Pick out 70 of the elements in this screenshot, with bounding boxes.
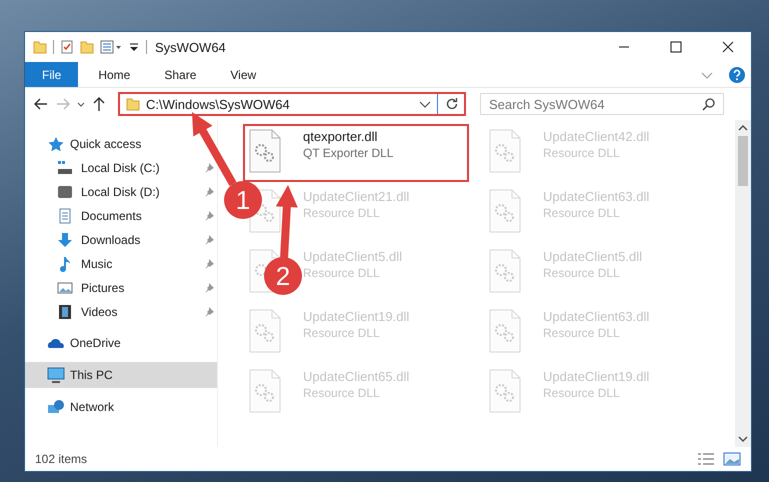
drive-icon: [57, 184, 73, 200]
file-type: Resource DLL: [543, 326, 621, 340]
refresh-icon[interactable]: [444, 96, 460, 112]
search-icon[interactable]: [702, 97, 716, 111]
checklist-icon[interactable]: [60, 40, 74, 54]
ribbon-tab[interactable]: Share: [150, 62, 210, 87]
ribbon-tab[interactable]: Home: [84, 62, 144, 87]
scroll-down-icon[interactable]: [738, 435, 748, 443]
file-type: QT Exporter DLL: [303, 146, 394, 160]
file-gears-icon: [489, 249, 521, 293]
file-type: Resource DLL: [543, 146, 621, 160]
file-type: Resource DLL: [543, 266, 621, 280]
sidebar-item[interactable]: Local Disk (D:): [25, 180, 217, 204]
file-gears-icon: [249, 129, 281, 173]
pc-icon: [47, 367, 65, 383]
network-icon: [47, 399, 65, 415]
file-type: Resource DLL: [303, 386, 381, 400]
file-type: Resource DLL: [303, 206, 381, 220]
picture-icon: [57, 280, 73, 296]
item-count: 102 items: [35, 452, 88, 466]
sidebar-item[interactable]: Pictures: [25, 276, 217, 300]
file-gears-icon: [249, 369, 281, 413]
sidebar-item[interactable]: This PC: [25, 362, 217, 388]
large-icons-view-icon[interactable]: [723, 452, 741, 466]
pin-icon[interactable]: [203, 282, 215, 294]
file-type: Resource DLL: [303, 326, 381, 340]
sidebar-item[interactable]: OneDrive: [25, 330, 217, 356]
ribbon-tab[interactable]: View: [216, 62, 270, 87]
scroll-thumb[interactable]: [738, 136, 748, 186]
ribbon-tab[interactable]: File: [25, 62, 78, 87]
pin-icon[interactable]: [203, 234, 215, 246]
pin-icon[interactable]: [203, 306, 215, 318]
file-gears-icon: [489, 309, 521, 353]
folder-icon: [126, 97, 140, 111]
file-type: Resource DLL: [543, 206, 621, 220]
sidebar-item[interactable]: Documents: [25, 204, 217, 228]
sidebar-item[interactable]: Network: [25, 394, 217, 420]
file-gears-icon: [489, 129, 521, 173]
sidebar-item[interactable]: Videos: [25, 300, 217, 324]
address-path: C:\Windows\SysWOW64: [146, 96, 290, 112]
scroll-up-icon[interactable]: [738, 124, 748, 132]
document-icon: [57, 208, 73, 224]
address-field[interactable]: C:\Windows\SysWOW64: [118, 92, 466, 116]
search-field[interactable]: Search SysWOW64: [480, 93, 724, 115]
file-type: Resource DLL: [303, 266, 381, 280]
drive-c-icon: [57, 160, 73, 176]
sidebar-item[interactable]: Quick access: [25, 132, 217, 156]
file-type: Resource DLL: [543, 386, 621, 400]
download-icon: [57, 232, 73, 248]
chevron-down-icon[interactable]: [419, 99, 431, 109]
pin-icon[interactable]: [203, 186, 215, 198]
pin-icon[interactable]: [203, 162, 215, 174]
window-title: SysWOW64: [155, 40, 226, 54]
properties-icon[interactable]: [100, 40, 122, 54]
file-gears-icon: [489, 189, 521, 233]
file-name[interactable]: qtexporter.dll: [303, 129, 394, 144]
expand-ribbon-icon[interactable]: [701, 70, 713, 80]
star-icon: [47, 136, 65, 152]
sidebar-item[interactable]: Downloads: [25, 228, 217, 252]
sidebar-item[interactable]: Music: [25, 252, 217, 276]
music-icon: [57, 256, 73, 272]
pin-icon[interactable]: [203, 258, 215, 270]
scrollbar[interactable]: [735, 120, 751, 447]
pin-icon[interactable]: [203, 210, 215, 222]
sidebar-item[interactable]: Local Disk (C:): [25, 156, 217, 180]
details-view-icon[interactable]: [697, 452, 715, 466]
help-icon[interactable]: [729, 66, 745, 82]
file-gears-icon: [489, 369, 521, 413]
video-icon: [57, 304, 73, 320]
file-gears-icon: [249, 309, 281, 353]
